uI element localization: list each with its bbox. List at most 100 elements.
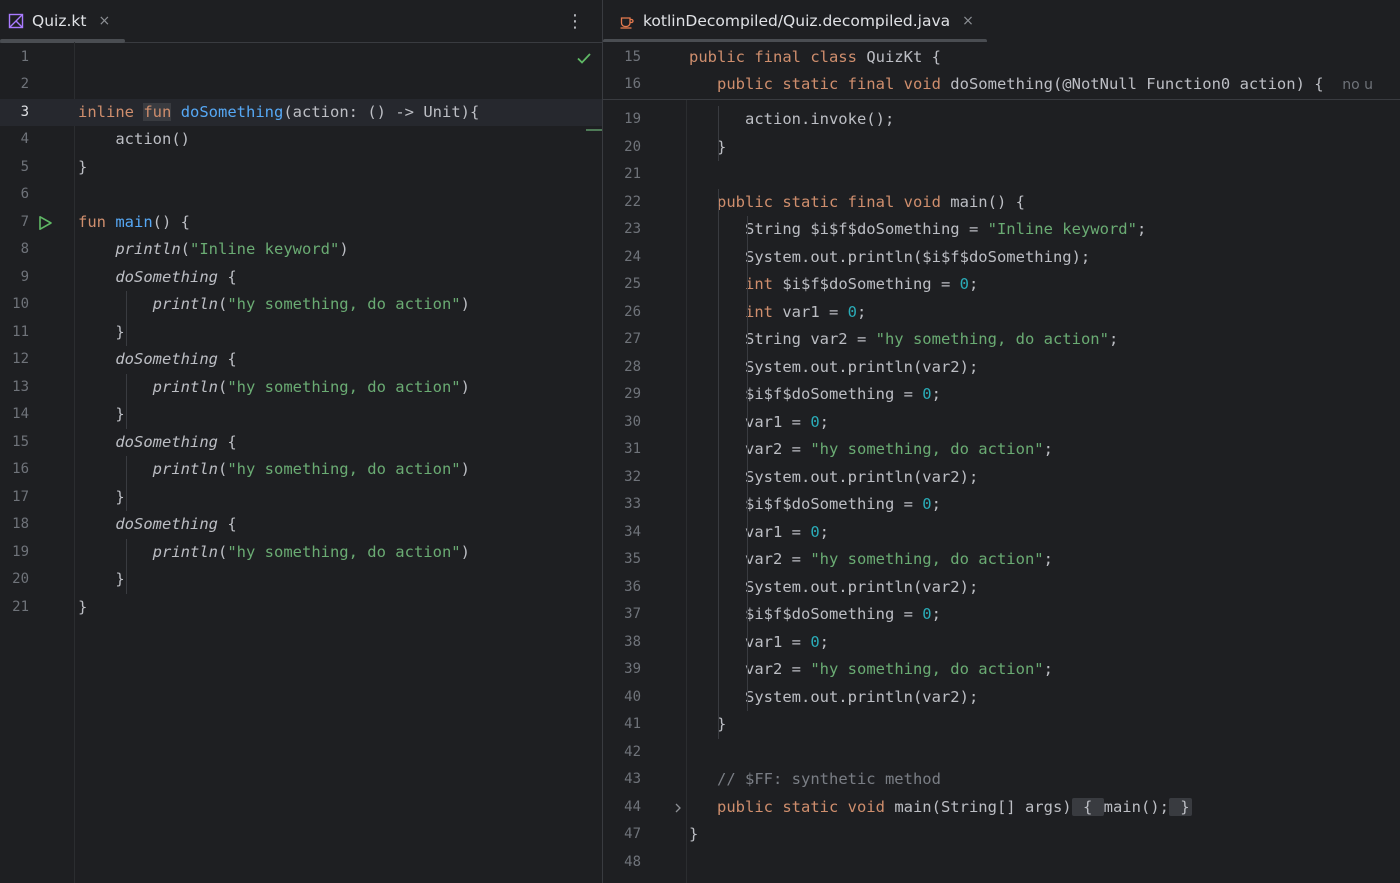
- code-line[interactable]: 4 action(): [0, 126, 602, 154]
- line-number: 40: [624, 688, 641, 705]
- code-text: fun main() {: [78, 212, 190, 231]
- tab-quiz-kt[interactable]: Quiz.kt ×: [8, 0, 110, 42]
- code-line[interactable]: 35 var2 = "hy something, do action";: [603, 546, 1400, 574]
- line-number: 48: [624, 853, 641, 870]
- code-line[interactable]: 10 println("hy something, do action"): [0, 291, 602, 319]
- code-line[interactable]: 43 // $FF: synthetic method: [603, 766, 1400, 794]
- line-number: 25: [624, 276, 641, 292]
- code-line[interactable]: 20 }: [0, 566, 602, 594]
- indent-guide: [126, 538, 127, 594]
- code-line[interactable]: 42: [603, 739, 1400, 767]
- code-line[interactable]: 38 var1 = 0;: [603, 629, 1400, 657]
- code-line[interactable]: 3 inline fun doSomething(action: () -> Un…: [0, 98, 602, 126]
- code-line[interactable]: 17 }: [0, 484, 602, 512]
- code-line[interactable]: 6: [0, 181, 602, 209]
- tab-quiz-decompiled-java[interactable]: kotlinDecompiled/Quiz.decompiled.java ×: [619, 0, 974, 42]
- code-line[interactable]: 27 String var2 = "hy something, do actio…: [603, 326, 1400, 354]
- line-number: 34: [624, 523, 641, 540]
- line-number: 13: [12, 378, 29, 395]
- code-line[interactable]: 33 $i$f$doSomething = 0;: [603, 491, 1400, 519]
- code-text: }: [78, 570, 125, 588]
- code-line[interactable]: 34 var1 = 0;: [603, 519, 1400, 547]
- code-line[interactable]: 18 doSomething {: [0, 511, 602, 539]
- kotlin-editor-pane: Quiz.kt × ⋮ 1 2 3 inline fun doSomething(ac…: [0, 0, 602, 883]
- line-number: 43: [624, 771, 641, 787]
- code-line[interactable]: 16 println("hy something, do action"): [0, 456, 602, 484]
- line-number: 39: [624, 661, 641, 677]
- code-line[interactable]: 2: [0, 71, 602, 99]
- code-line[interactable]: 12 doSomething {: [0, 346, 602, 374]
- line-number: 15: [12, 433, 29, 450]
- sticky-scroll-header[interactable]: 15 public final class QuizKt {16 public s…: [603, 42, 1400, 100]
- code-line[interactable]: 14 }: [0, 401, 602, 429]
- code-text: doSomething {: [115, 350, 237, 368]
- code-line[interactable]: 5}: [0, 154, 602, 182]
- code-text: }: [689, 825, 699, 843]
- code-line[interactable]: 32 System.out.println(var2);: [603, 464, 1400, 492]
- code-line[interactable]: 40 System.out.println(var2);: [603, 684, 1400, 712]
- code-line[interactable]: 44 public static void main(String[] args…: [603, 794, 1400, 822]
- line-number: 3: [20, 103, 29, 120]
- code-line[interactable]: 9 doSomething {: [0, 264, 602, 292]
- code-text: var1 = 0;: [689, 522, 830, 541]
- code-text: public static void main(String[] args) {…: [717, 797, 1192, 816]
- code-line[interactable]: 11 }: [0, 319, 602, 347]
- run-icon[interactable]: [37, 215, 53, 231]
- code-line[interactable]: 26 int var1 = 0;: [603, 299, 1400, 327]
- code-line[interactable]: 21: [603, 161, 1400, 189]
- code-text: var2 = "hy something, do action";: [689, 440, 1053, 458]
- active-tab-indicator: [0, 39, 125, 43]
- code-line[interactable]: 21}: [0, 594, 602, 622]
- code-line[interactable]: 15 doSomething {: [0, 429, 602, 457]
- more-options-icon[interactable]: ⋮: [566, 0, 584, 42]
- close-tab-icon[interactable]: ×: [98, 13, 110, 29]
- line-number: 16: [624, 76, 641, 92]
- code-line[interactable]: 15 public final class QuizKt {: [603, 44, 1400, 72]
- code-line[interactable]: 16 public static final void doSomething(…: [603, 71, 1400, 99]
- code-line[interactable]: 13 println("hy something, do action"): [0, 374, 602, 402]
- line-number: 10: [12, 296, 29, 312]
- code-line[interactable]: 22 public static final void main() {: [603, 189, 1400, 217]
- code-line[interactable]: 48: [603, 849, 1400, 877]
- code-line[interactable]: 25 int $i$f$doSomething = 0;: [603, 271, 1400, 299]
- close-tab-icon[interactable]: ×: [962, 13, 974, 29]
- kotlin-file-icon: [8, 13, 24, 29]
- code-text: public final class QuizKt {: [689, 47, 941, 66]
- code-text: }: [78, 405, 125, 423]
- code-line[interactable]: 19 action.invoke();: [603, 106, 1400, 134]
- line-number: 2: [20, 76, 29, 92]
- code-line[interactable]: 23 String $i$f$doSomething = "Inline key…: [603, 216, 1400, 244]
- line-number: 41: [624, 716, 641, 732]
- code-line[interactable]: 7 fun main() {: [0, 209, 602, 237]
- line-number: 19: [624, 111, 641, 127]
- line-number: 19: [12, 543, 29, 560]
- tab-title: kotlinDecompiled/Quiz.decompiled.java: [643, 12, 951, 30]
- code-line[interactable]: 29 $i$f$doSomething = 0;: [603, 381, 1400, 409]
- code-line[interactable]: 1: [0, 44, 602, 72]
- code-line[interactable]: 36 System.out.println(var2);: [603, 574, 1400, 602]
- code-text: String var2 = "hy something, do action";: [689, 330, 1119, 348]
- code-text: var2 = "hy something, do action";: [689, 550, 1053, 568]
- code-text: var2 = "hy something, do action";: [689, 660, 1053, 678]
- code-line[interactable]: 39 var2 = "hy something, do action";: [603, 656, 1400, 684]
- line-number: 8: [20, 241, 29, 257]
- code-line[interactable]: 8 println("Inline keyword"): [0, 236, 602, 264]
- code-text: inline fun doSomething(action: () -> Uni…: [78, 102, 480, 121]
- line-number: 16: [12, 461, 29, 477]
- code-line[interactable]: 31 var2 = "hy something, do action";: [603, 436, 1400, 464]
- code-text: int var1 = 0;: [745, 302, 867, 321]
- code-line[interactable]: 20 }: [603, 134, 1400, 162]
- code-line[interactable]: 37 $i$f$doSomething = 0;: [603, 601, 1400, 629]
- line-number: 17: [12, 488, 29, 505]
- code-text: doSomething {: [115, 267, 237, 286]
- code-line[interactable]: 24 System.out.println($i$f$doSomething);: [603, 244, 1400, 272]
- fold-chevron-icon[interactable]: [673, 803, 683, 813]
- line-number: 9: [20, 268, 29, 285]
- code-line[interactable]: 19 println("hy something, do action"): [0, 539, 602, 567]
- line-number: 12: [12, 351, 29, 367]
- code-line[interactable]: 47}: [603, 821, 1400, 849]
- code-line[interactable]: 41 }: [603, 711, 1400, 739]
- code-line[interactable]: 30 var1 = 0;: [603, 409, 1400, 437]
- code-line[interactable]: 28 System.out.println(var2);: [603, 354, 1400, 382]
- line-number: 33: [624, 496, 641, 512]
